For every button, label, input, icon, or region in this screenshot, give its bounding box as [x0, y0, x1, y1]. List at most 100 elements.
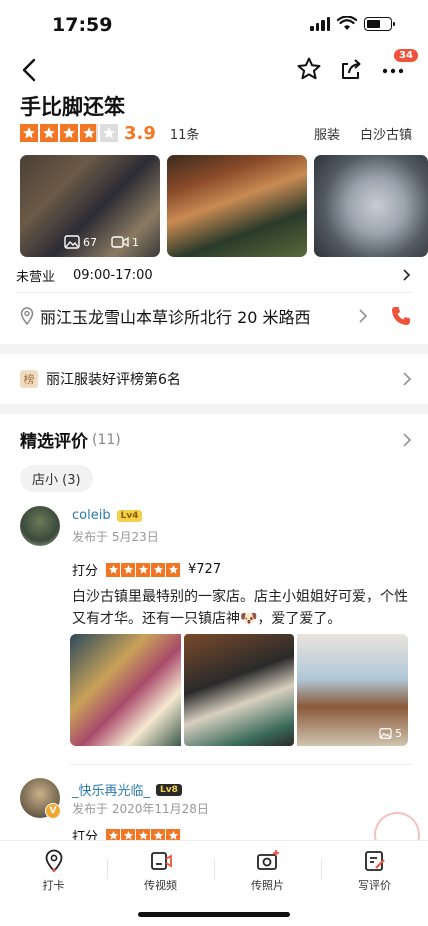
status-time: 17:59: [52, 14, 113, 36]
tab-label: 写评价: [358, 879, 391, 892]
location-pin-icon: [45, 849, 62, 873]
review-photo[interactable]: 5: [297, 634, 409, 746]
more-menu-button[interactable]: 34: [380, 49, 418, 82]
avatar[interactable]: [20, 506, 60, 546]
score-label: 打分: [72, 830, 99, 840]
review-photo[interactable]: [183, 634, 295, 746]
home-indicator[interactable]: [138, 912, 290, 917]
upload-video-icon: [150, 852, 172, 870]
shop-photo-strip: 67 1: [20, 155, 428, 257]
rating-row: 3.9 11条 服装 白沙古镇: [20, 121, 412, 145]
shop-photo[interactable]: [167, 155, 307, 257]
address-row[interactable]: 丽江玉龙雪山本草诊所北行 20 米路西: [20, 298, 412, 334]
star-icon: [100, 124, 118, 142]
more-photos-count: 5: [379, 727, 402, 740]
star-icon: [106, 828, 121, 840]
bottom-action-bar: 打卡 传视频 传照片 写评价: [0, 840, 428, 926]
video-icon: [111, 236, 129, 248]
section-separator: [0, 404, 428, 414]
review-photo[interactable]: [70, 634, 181, 746]
location-pin-icon: [20, 307, 34, 325]
star-icon: [20, 124, 38, 142]
shop-photo[interactable]: [314, 155, 428, 257]
ranking-row[interactable]: 榜 丽江服装好评榜第6名: [20, 360, 412, 398]
star-icon: [121, 828, 136, 840]
tab-label: 传视频: [144, 879, 177, 892]
shop-photo[interactable]: 67 1: [20, 155, 160, 257]
review-username[interactable]: _快乐再光临_: [72, 780, 150, 799]
battery-icon: [364, 16, 395, 31]
chevron-right-icon: [403, 372, 412, 386]
review-card[interactable]: coleib Lv4 发布于 5月23日 打分 ¥727 白沙古镇里最特别的一家…: [20, 506, 412, 756]
star-icon: [121, 562, 136, 577]
cellular-signal-icon: [310, 16, 330, 31]
divider: [70, 764, 412, 765]
review-username[interactable]: coleib: [72, 508, 111, 523]
chevron-right-icon: [403, 269, 411, 281]
photo-count: 67: [83, 235, 97, 249]
image-icon: [64, 235, 80, 249]
review-card[interactable]: V _快乐再光临_ Lv8 发布于 2020年11月28日 打分: [20, 778, 412, 840]
review-date: 发布于 2020年11月28日: [72, 802, 209, 816]
write-review-icon: [364, 851, 385, 871]
ranking-badge-icon: 榜: [20, 370, 38, 388]
divider: [16, 292, 412, 293]
review-count[interactable]: 11条: [170, 124, 200, 143]
verified-badge-icon: V: [45, 803, 61, 819]
user-level-badge: Lv8: [156, 783, 182, 796]
review-filter-chip[interactable]: 店小 (3): [20, 465, 93, 492]
media-counts: 67 1: [64, 235, 139, 249]
star-icon: [106, 562, 121, 577]
wifi-icon: [337, 16, 357, 30]
star-icon: [136, 562, 151, 577]
star-icon: [151, 828, 166, 840]
address-text: 丽江玉龙雪山本草诊所北行 20 米路西: [40, 308, 311, 327]
status-icons: [310, 16, 395, 31]
tab-label: 打卡: [42, 879, 65, 892]
tab-check-in[interactable]: 打卡: [0, 849, 107, 899]
rating-score: 3.9: [124, 122, 156, 144]
star-icon: [166, 828, 181, 840]
star-icon: [151, 562, 166, 577]
tag-area[interactable]: 白沙古镇: [360, 124, 412, 143]
tab-label: 传照片: [251, 879, 284, 892]
phone-icon[interactable]: [390, 305, 412, 327]
tab-upload-photo[interactable]: 传照片: [214, 849, 321, 899]
star-icon: [60, 124, 78, 142]
review-price: ¥727: [188, 562, 222, 577]
back-arrow-icon[interactable]: [18, 56, 44, 84]
review-text: 白沙古镇里最特别的一家店。店主小姐姐好可爱，个性又有才华。还有一只镇店神🐶，爱了…: [72, 589, 408, 627]
star-icon: [80, 124, 98, 142]
reviews-header[interactable]: 精选评价 (11): [20, 427, 412, 452]
review-stars: [106, 562, 181, 577]
open-status: 未营业: [16, 269, 56, 285]
top-nav: 34: [0, 49, 428, 88]
more-photos-number: 5: [395, 727, 403, 740]
rating-stars: [20, 124, 118, 142]
user-level-badge: Lv4: [116, 509, 143, 522]
business-hours-row[interactable]: 未营业 09:00-17:00: [16, 264, 412, 286]
star-icon: [40, 124, 58, 142]
chevron-right-icon: [403, 432, 412, 447]
share-icon[interactable]: [338, 56, 364, 82]
upload-photo-icon: [256, 850, 279, 870]
tag-category[interactable]: 服装: [314, 124, 340, 143]
star-icon: [166, 562, 181, 577]
status-bar: 17:59: [0, 0, 428, 50]
opening-hours: 09:00-17:00: [73, 267, 153, 283]
video-count: 1: [132, 235, 139, 249]
favorite-star-icon[interactable]: [296, 56, 322, 82]
star-icon: [136, 828, 151, 840]
score-label: 打分: [72, 564, 99, 579]
ranking-text: 丽江服装好评榜第6名: [46, 372, 181, 388]
reviews-count: (11): [92, 431, 121, 448]
tab-write-review[interactable]: 写评价: [321, 849, 428, 899]
shop-name: 手比脚还笨: [20, 95, 125, 119]
tab-upload-video[interactable]: 传视频: [107, 849, 214, 899]
review-date: 发布于 5月23日: [72, 530, 159, 544]
reviews-title: 精选评价: [20, 432, 88, 452]
review-photo-grid: 5: [70, 634, 409, 746]
notification-badge: 34: [394, 49, 418, 62]
review-stars: [106, 828, 181, 840]
section-separator: [0, 344, 428, 354]
